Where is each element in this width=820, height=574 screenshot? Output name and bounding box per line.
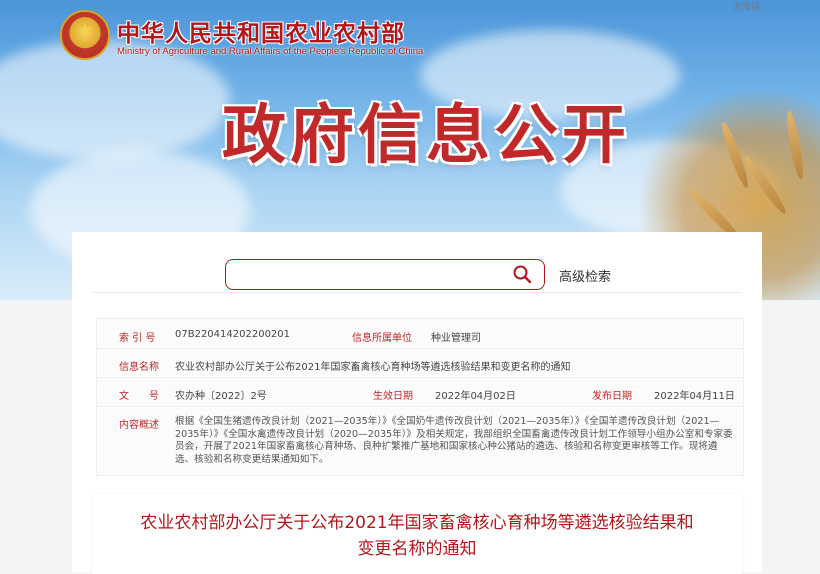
cloud <box>0 40 230 160</box>
ministry-name-cn[interactable]: 中华人民共和国农业农村部 <box>117 14 405 48</box>
advanced-search-link[interactable]: 高级检索 <box>559 266 611 285</box>
search-input[interactable] <box>225 259 545 290</box>
national-emblem-icon: ★ <box>60 10 110 60</box>
index-label: 索 引 号 <box>119 333 156 344</box>
effective-date-label: 生效日期 <box>373 391 413 402</box>
docno-value: 农办种〔2022〕2号 <box>175 391 267 402</box>
divider <box>97 406 743 407</box>
effective-date-value: 2022年04月02日 <box>435 391 516 402</box>
divider <box>97 348 743 349</box>
publish-date-label: 发布日期 <box>592 391 632 402</box>
name-value: 农业农村部办公厅关于公布2021年国家畜禽核心育种场等遴选核验结果和变更名称的通… <box>175 362 571 373</box>
search-icon[interactable] <box>512 264 532 284</box>
org-label: 信息所属单位 <box>352 333 412 344</box>
summary-label: 内容概述 <box>119 420 159 431</box>
name-label: 信息名称 <box>119 362 159 373</box>
summary-value: 根据《全国生猪遗传改良计划（2021—2035年）》《全国奶牛遗传改良计划（20… <box>175 416 733 465</box>
publish-date-value: 2022年04月11日 <box>654 391 735 402</box>
ministry-name-en: Ministry of Agriculture and Rural Affair… <box>117 46 424 57</box>
index-value: 07B220414202200201 <box>175 329 291 340</box>
docno-label: 文 号 <box>119 391 159 402</box>
metadata-table: 索 引 号 07B220414202200201 信息所属单位 种业管理司 信息… <box>96 318 744 476</box>
org-value: 种业管理司 <box>431 333 481 344</box>
banner-title: 政府信息公开 <box>222 99 630 173</box>
divider <box>97 377 743 378</box>
document-card: 农业农村部办公厅关于公布2021年国家畜禽核心育种场等遴选核验结果和变更名称的通… <box>92 494 742 574</box>
accessibility-link[interactable]: 无障碍 <box>733 0 760 13</box>
document-title: 农业农村部办公厅关于公布2021年国家畜禽核心育种场等遴选核验结果和变更名称的通… <box>140 513 694 559</box>
